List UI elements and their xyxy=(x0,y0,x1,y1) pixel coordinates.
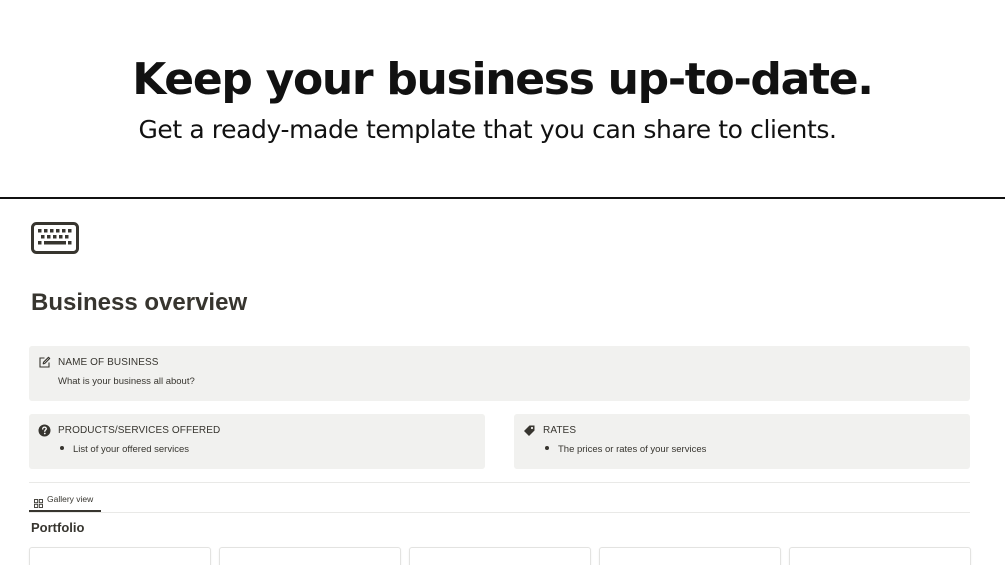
hero-divider xyxy=(0,197,1005,199)
page-title: Business overview xyxy=(31,289,248,316)
tag-icon xyxy=(523,424,536,437)
bullet-icon xyxy=(60,446,64,451)
bullet-icon xyxy=(545,446,549,451)
edit-icon xyxy=(38,356,51,369)
gallery-card[interactable] xyxy=(29,547,211,565)
gallery-grid-icon xyxy=(34,495,43,508)
gallery-card[interactable] xyxy=(599,547,781,565)
divider xyxy=(29,512,970,513)
keyboard-icon[interactable] xyxy=(31,222,79,254)
divider xyxy=(29,482,970,483)
callout-rates[interactable]: RATES The prices or rates of your servic… xyxy=(514,414,970,469)
gallery-card[interactable] xyxy=(409,547,591,565)
list-item-text: List of your offered services xyxy=(73,444,189,455)
callout-products-services[interactable]: PRODUCTS/SERVICES OFFERED List of your o… xyxy=(29,414,485,469)
database-title[interactable]: Portfolio xyxy=(31,519,84,537)
gallery-card[interactable] xyxy=(219,547,401,565)
list-item[interactable]: List of your offered services xyxy=(60,443,189,457)
hero-title: Keep your business up-to-date. xyxy=(132,54,874,105)
callout-text[interactable]: What is your business all about? xyxy=(58,375,195,389)
gallery-card[interactable] xyxy=(789,547,971,565)
callout-heading: PRODUCTS/SERVICES OFFERED xyxy=(58,425,221,436)
callout-name-of-business[interactable]: NAME OF BUSINESS What is your business a… xyxy=(29,346,970,401)
tab-label: Gallery view xyxy=(47,494,94,504)
list-item-text: The prices or rates of your services xyxy=(558,444,707,455)
question-circle-icon xyxy=(38,424,51,437)
callout-heading: NAME OF BUSINESS xyxy=(58,357,159,368)
callout-heading: RATES xyxy=(543,425,577,436)
hero-subtitle: Get a ready-made template that you can s… xyxy=(138,115,837,144)
tab-gallery-view[interactable]: Gallery view xyxy=(29,491,101,512)
list-item[interactable]: The prices or rates of your services xyxy=(545,443,706,457)
hero-banner: Keep your business up-to-date. Get a rea… xyxy=(0,0,1005,197)
